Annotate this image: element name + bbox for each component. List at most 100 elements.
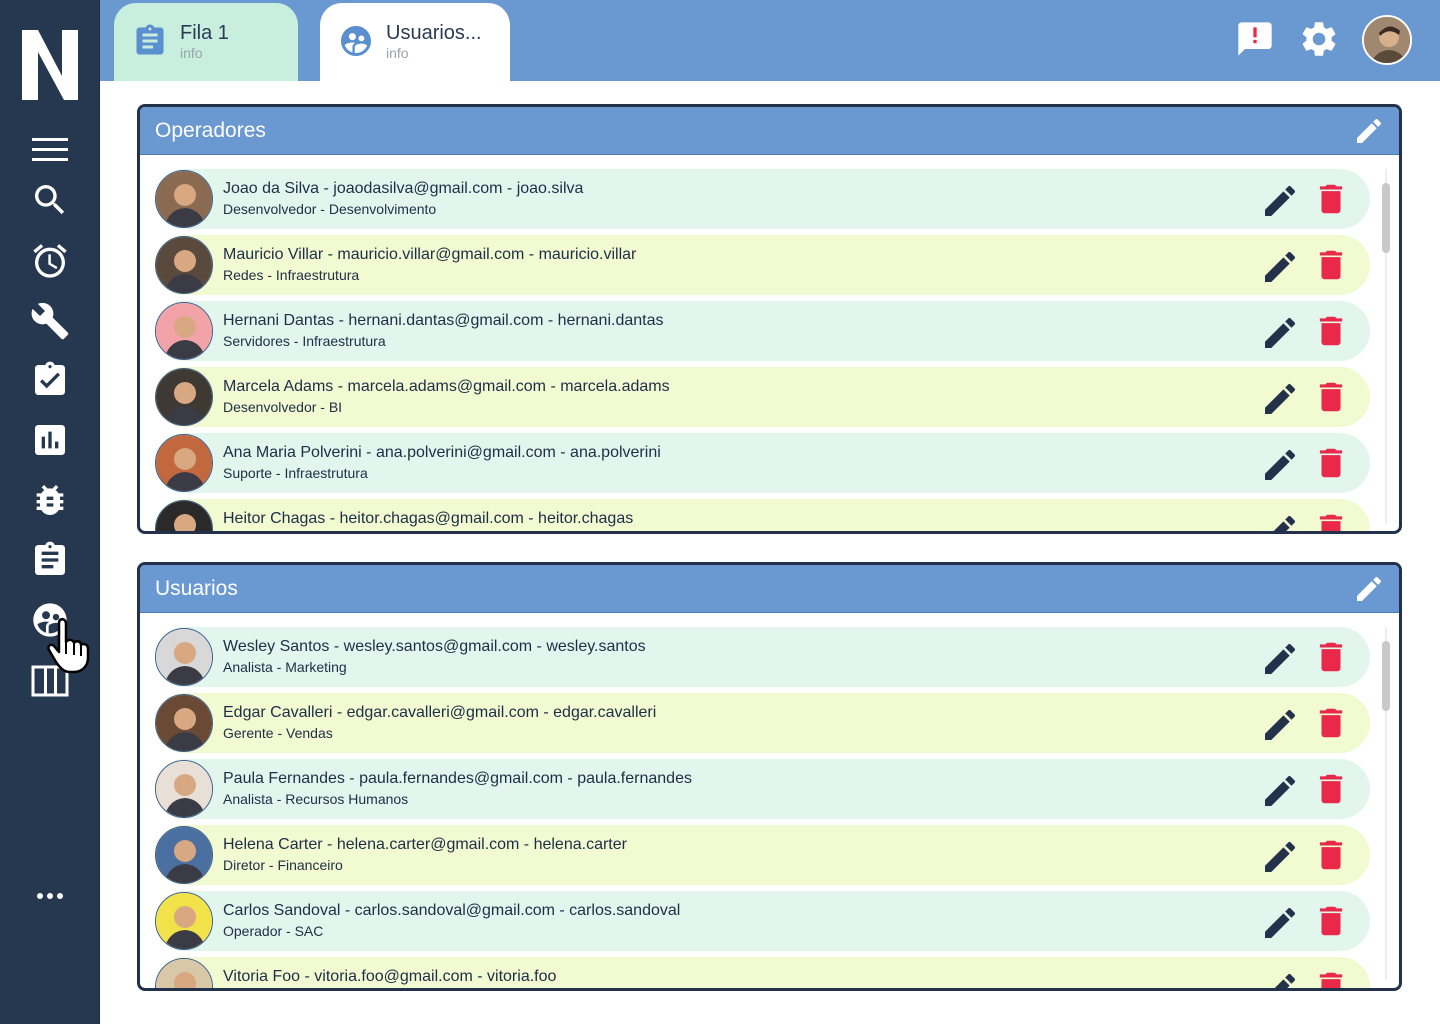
- user-info: Marcela Adams - marcela.adams@gmail.com …: [223, 378, 670, 395]
- avatar: [155, 500, 213, 531]
- user-info: Hernani Dantas - hernani.dantas@gmail.co…: [223, 312, 664, 329]
- list-item[interactable]: Vitoria Foo - vitoria.foo@gmail.com - vi…: [155, 957, 1370, 988]
- edit-icon[interactable]: [1260, 181, 1300, 221]
- panel-title: Usuarios: [155, 577, 238, 600]
- delete-icon[interactable]: [1312, 245, 1348, 285]
- avatar: [155, 760, 213, 818]
- sidebar: [0, 0, 100, 1024]
- list-item[interactable]: Paula Fernandes - paula.fernandes@gmail.…: [155, 759, 1370, 819]
- bug-icon[interactable]: [28, 478, 72, 522]
- main-content: Operadores Joao da Silva - joaodasilva@g…: [100, 81, 1440, 1024]
- list-item[interactable]: Helena Carter - helena.carter@gmail.com …: [155, 825, 1370, 885]
- edit-icon[interactable]: [1260, 639, 1300, 679]
- usuarios-panel: Usuarios Wesley Santos - wesley.santos@g…: [137, 562, 1402, 991]
- user-info: Joao da Silva - joaodasilva@gmail.com - …: [223, 180, 584, 197]
- chart-icon[interactable]: [28, 418, 72, 462]
- list-item[interactable]: Joao da Silva - joaodasilva@gmail.com - …: [155, 169, 1370, 229]
- edit-icon[interactable]: [1353, 573, 1385, 605]
- scrollbar[interactable]: [1382, 641, 1390, 711]
- avatar: [155, 368, 213, 426]
- menu-icon[interactable]: [28, 128, 72, 172]
- tab-title: Usuarios...: [386, 22, 482, 44]
- user-role: Analista - Recursos Humanos: [223, 791, 409, 807]
- top-bar: Fila 1 info Usuarios... info: [100, 0, 1440, 81]
- list-item[interactable]: Edgar Cavalleri - edgar.cavalleri@gmail.…: [155, 693, 1370, 753]
- edit-icon[interactable]: [1260, 313, 1300, 353]
- avatar: [155, 694, 213, 752]
- user-info: Mauricio Villar - mauricio.villar@gmail.…: [223, 246, 637, 263]
- user-info: Heitor Chagas - heitor.chagas@gmail.com …: [223, 510, 634, 527]
- panel-header: Operadores: [140, 107, 1399, 155]
- clipboard-list-icon: [136, 24, 164, 55]
- avatar: [155, 892, 213, 950]
- user-info: Wesley Santos - wesley.santos@gmail.com …: [223, 638, 646, 655]
- delete-icon[interactable]: [1312, 967, 1348, 988]
- app-logo[interactable]: [20, 26, 80, 104]
- edit-icon[interactable]: [1260, 969, 1300, 988]
- users-icon: [341, 26, 371, 56]
- more-icon[interactable]: [28, 874, 72, 918]
- edit-icon[interactable]: [1260, 771, 1300, 811]
- delete-icon[interactable]: [1312, 769, 1348, 809]
- list-item[interactable]: Ana Maria Polverini - ana.polverini@gmai…: [155, 433, 1370, 493]
- user-info: Edgar Cavalleri - edgar.cavalleri@gmail.…: [223, 704, 657, 721]
- user-role: Suporte - Infraestrutura: [223, 465, 368, 481]
- delete-icon[interactable]: [1312, 311, 1348, 351]
- gear-icon[interactable]: [1297, 17, 1341, 61]
- delete-icon[interactable]: [1312, 703, 1348, 743]
- hand-cursor-icon: [47, 617, 90, 674]
- wrench-icon[interactable]: [28, 299, 72, 343]
- user-role: Diretor - Financeiro: [223, 857, 343, 873]
- operadores-panel: Operadores Joao da Silva - joaodasilva@g…: [137, 104, 1402, 534]
- edit-icon[interactable]: [1353, 115, 1385, 147]
- delete-icon[interactable]: [1312, 637, 1348, 677]
- delete-icon[interactable]: [1312, 509, 1348, 531]
- tab-subtitle: info: [386, 45, 409, 61]
- avatar: [155, 236, 213, 294]
- avatar: [155, 826, 213, 884]
- user-role: Redes - Infraestrutura: [223, 267, 360, 283]
- clipboard-check-icon[interactable]: [28, 358, 72, 402]
- scrollbar[interactable]: [1382, 183, 1390, 253]
- usuarios-list[interactable]: Wesley Santos - wesley.santos@gmail.com …: [140, 613, 1399, 988]
- edit-icon[interactable]: [1260, 837, 1300, 877]
- list-item[interactable]: Heitor Chagas - heitor.chagas@gmail.com …: [155, 499, 1370, 531]
- user-role: Servidores - Infraestrutura: [223, 333, 386, 349]
- delete-icon[interactable]: [1312, 835, 1348, 875]
- alarm-icon[interactable]: [28, 239, 72, 283]
- tab-title: Fila 1: [180, 22, 229, 44]
- delete-icon[interactable]: [1312, 901, 1348, 941]
- user-role: Desenvolvedor - Desenvolvimento: [223, 201, 437, 217]
- tab-subtitle: info: [180, 45, 203, 61]
- list-item[interactable]: Hernani Dantas - hernani.dantas@gmail.co…: [155, 301, 1370, 361]
- user-role: Gerente - Vendas: [223, 725, 333, 741]
- delete-icon[interactable]: [1312, 377, 1348, 417]
- edit-icon[interactable]: [1260, 511, 1300, 531]
- edit-icon[interactable]: [1260, 903, 1300, 943]
- edit-icon[interactable]: [1260, 705, 1300, 745]
- list-item[interactable]: Marcela Adams - marcela.adams@gmail.com …: [155, 367, 1370, 427]
- list-item[interactable]: Wesley Santos - wesley.santos@gmail.com …: [155, 627, 1370, 687]
- tab-usuarios[interactable]: Usuarios... info: [320, 3, 510, 81]
- user-info: Vitoria Foo - vitoria.foo@gmail.com - vi…: [223, 968, 557, 985]
- search-icon[interactable]: [28, 178, 72, 222]
- edit-icon[interactable]: [1260, 379, 1300, 419]
- alert-icon[interactable]: [1233, 17, 1277, 61]
- profile-avatar[interactable]: [1362, 15, 1412, 65]
- tab-fila-1[interactable]: Fila 1 info: [114, 3, 298, 81]
- delete-icon[interactable]: [1312, 179, 1348, 219]
- panel-header: Usuarios: [140, 565, 1399, 613]
- edit-icon[interactable]: [1260, 445, 1300, 485]
- user-role: Desenvolvedor - BI: [223, 399, 343, 415]
- operadores-list[interactable]: Joao da Silva - joaodasilva@gmail.com - …: [140, 155, 1399, 531]
- user-info: Ana Maria Polverini - ana.polverini@gmai…: [223, 444, 661, 461]
- delete-icon[interactable]: [1312, 443, 1348, 483]
- avatar: [155, 434, 213, 492]
- clipboard-list-icon[interactable]: [28, 538, 72, 582]
- edit-icon[interactable]: [1260, 247, 1300, 287]
- user-role: Operador - SAC: [223, 923, 324, 939]
- user-info: Paula Fernandes - paula.fernandes@gmail.…: [223, 770, 692, 787]
- list-item[interactable]: Mauricio Villar - mauricio.villar@gmail.…: [155, 235, 1370, 295]
- avatar: [155, 302, 213, 360]
- list-item[interactable]: Carlos Sandoval - carlos.sandoval@gmail.…: [155, 891, 1370, 951]
